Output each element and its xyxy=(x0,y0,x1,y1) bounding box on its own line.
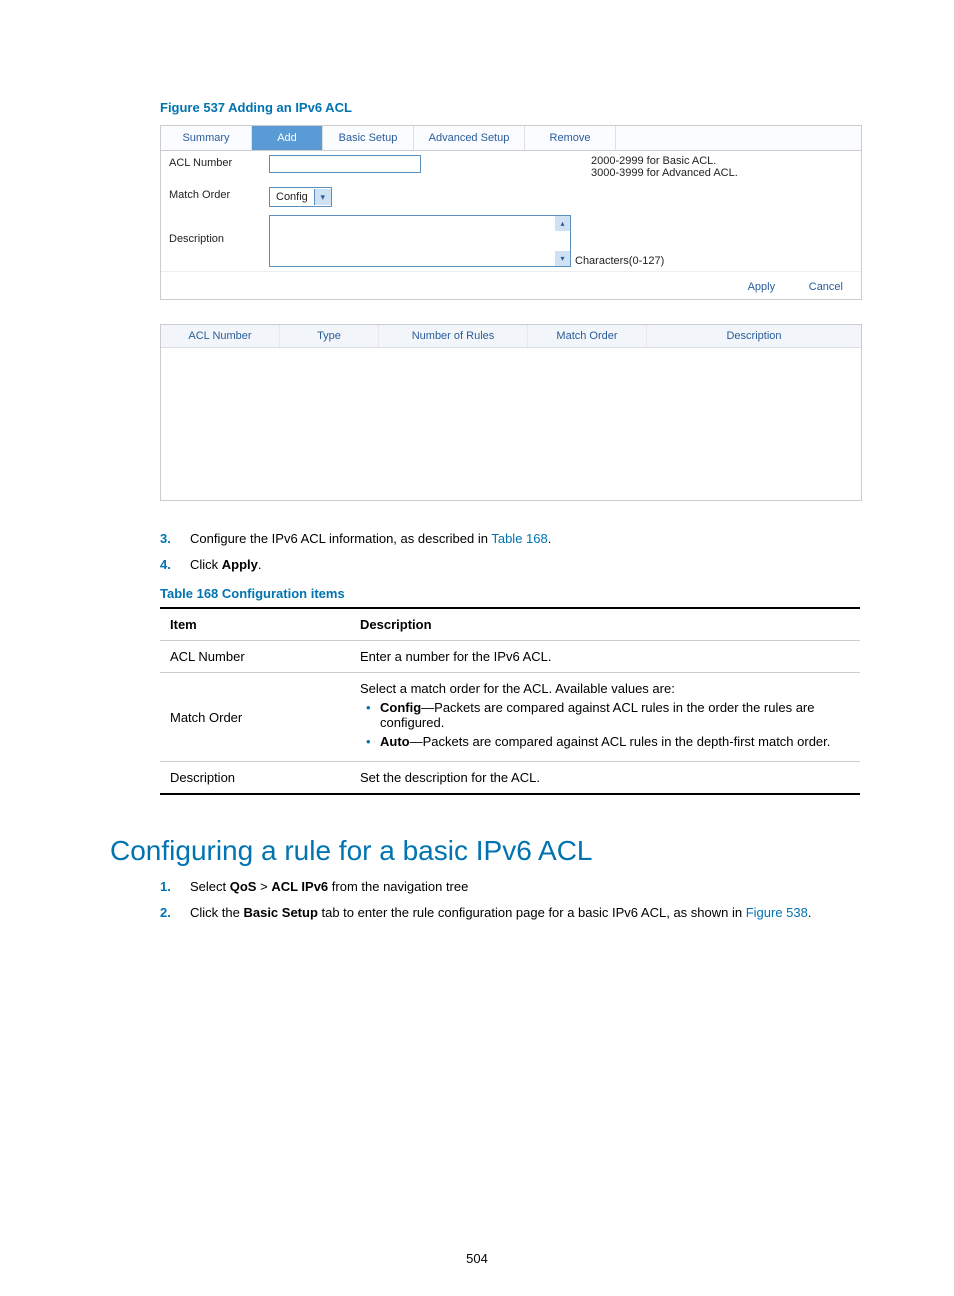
figure-caption: Figure 537 Adding an IPv6 ACL xyxy=(160,100,864,115)
config-items-table: Item Description ACL Number Enter a numb… xyxy=(160,607,860,795)
link-figure-538[interactable]: Figure 538 xyxy=(746,905,808,920)
cancel-button[interactable]: Cancel xyxy=(799,279,853,295)
acl-range-hint: 2000-2999 for Basic ACL. 3000-3999 for A… xyxy=(591,155,738,179)
table-caption: Table 168 Configuration items xyxy=(160,586,864,601)
acl-form-panel: Summary Add Basic Setup Advanced Setup R… xyxy=(160,125,862,300)
bullet-item: Config—Packets are compared against ACL … xyxy=(380,700,850,730)
col-match-order: Match Order xyxy=(528,325,647,347)
td-item: ACL Number xyxy=(160,641,350,673)
td-item: Match Order xyxy=(160,673,350,762)
step-number: 3. xyxy=(160,529,190,549)
col-number-of-rules: Number of Rules xyxy=(379,325,528,347)
step-text: Select QoS > ACL IPv6 from the navigatio… xyxy=(190,877,864,897)
td-desc: Select a match order for the ACL. Availa… xyxy=(350,673,860,762)
apply-button[interactable]: Apply xyxy=(738,279,786,295)
acl-range-hint-line1: 2000-2999 for Basic ACL. xyxy=(591,155,738,167)
scroll-up-icon[interactable]: ▴ xyxy=(555,216,570,231)
section-heading: Configuring a rule for a basic IPv6 ACL xyxy=(110,835,864,867)
match-order-label: Match Order xyxy=(169,187,269,201)
acl-list-panel: ACL Number Type Number of Rules Match Or… xyxy=(160,324,862,501)
step-text: Click Apply. xyxy=(190,555,864,575)
td-item: Description xyxy=(160,762,350,795)
acl-range-hint-line2: 3000-3999 for Advanced ACL. xyxy=(591,167,738,179)
th-description: Description xyxy=(350,608,860,641)
char-count-hint: Characters(0-127) xyxy=(575,255,664,267)
match-order-select[interactable]: Config ▾ xyxy=(269,187,332,207)
tab-row: Summary Add Basic Setup Advanced Setup R… xyxy=(161,126,861,151)
step-number: 1. xyxy=(160,877,190,897)
step-text: Click the Basic Setup tab to enter the r… xyxy=(190,903,864,923)
scroll-down-icon[interactable]: ▾ xyxy=(555,251,570,266)
page-number: 504 xyxy=(0,1251,954,1266)
col-type: Type xyxy=(280,325,379,347)
acl-list-header: ACL Number Type Number of Rules Match Or… xyxy=(161,325,861,348)
tab-advanced-setup[interactable]: Advanced Setup xyxy=(414,126,525,150)
step-number: 4. xyxy=(160,555,190,575)
col-description: Description xyxy=(647,325,861,347)
acl-number-label: ACL Number xyxy=(169,155,269,169)
acl-number-input[interactable] xyxy=(269,155,421,173)
td-desc: Set the description for the ACL. xyxy=(350,762,860,795)
col-acl-number: ACL Number xyxy=(161,325,280,347)
tab-summary[interactable]: Summary xyxy=(161,126,252,150)
td-desc: Enter a number for the IPv6 ACL. xyxy=(350,641,860,673)
match-order-value: Config xyxy=(270,191,314,203)
tab-remove[interactable]: Remove xyxy=(525,126,616,150)
chevron-down-icon[interactable]: ▾ xyxy=(314,189,331,205)
description-textarea[interactable]: ▴ ▾ xyxy=(269,215,571,267)
th-item: Item xyxy=(160,608,350,641)
link-table-168[interactable]: Table 168 xyxy=(491,531,547,546)
description-label: Description xyxy=(169,215,269,245)
step-text: Configure the IPv6 ACL information, as d… xyxy=(190,529,864,549)
step-number: 2. xyxy=(160,903,190,923)
tab-basic-setup[interactable]: Basic Setup xyxy=(323,126,414,150)
bullet-item: Auto—Packets are compared against ACL ru… xyxy=(380,734,850,749)
tab-add[interactable]: Add xyxy=(252,126,323,150)
